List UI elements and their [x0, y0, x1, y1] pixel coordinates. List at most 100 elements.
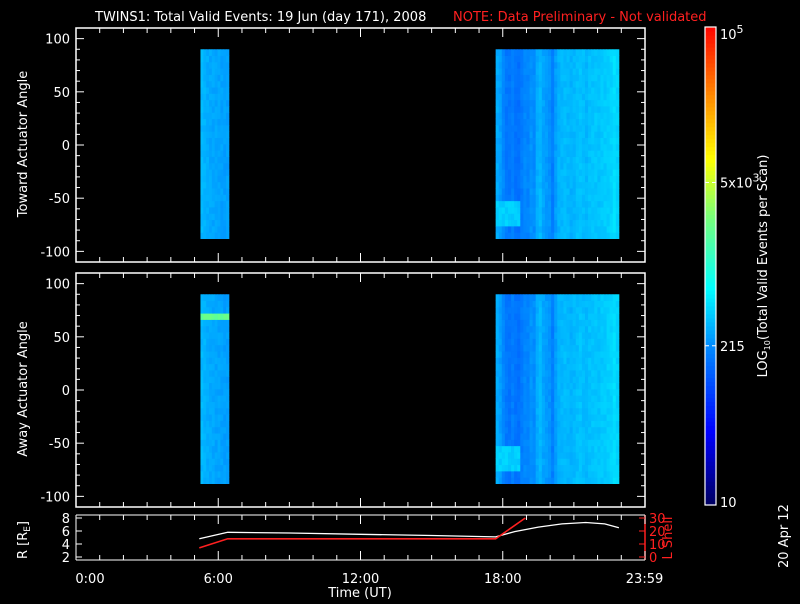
- heatmap-cell: [200, 131, 204, 139]
- heatmap-cell: [615, 363, 620, 371]
- heatmap-cell: [504, 388, 509, 396]
- heatmap-cell: [203, 470, 207, 478]
- heatmap-cell: [211, 332, 216, 339]
- colorbar-swatch: [705, 301, 716, 307]
- heatmap-cell: [541, 300, 546, 308]
- heatmap-cell: [575, 188, 580, 195]
- heatmap-cell: [615, 351, 620, 358]
- heatmap-cell: [214, 294, 218, 301]
- heatmap-cell: [541, 401, 546, 409]
- heatmap-cell: [517, 313, 521, 320]
- heatmap-cell: [217, 61, 221, 69]
- heatmap-cell: [526, 470, 530, 478]
- heatmap-cell: [615, 207, 620, 214]
- heatmap-cell: [548, 118, 552, 126]
- heatmap-cell: [206, 74, 210, 82]
- heatmap-cell: [591, 338, 595, 346]
- heatmap-cell: [514, 470, 518, 478]
- heatmap-cell: [566, 338, 571, 346]
- heatmap-cell: [520, 181, 524, 189]
- heatmap-cell: [581, 370, 586, 377]
- heatmap-cell: [548, 420, 552, 428]
- heatmap-cell: [214, 401, 218, 409]
- heatmap-cell: [585, 156, 589, 164]
- heatmap-cell: [498, 181, 503, 189]
- heatmap-cell: [544, 445, 549, 453]
- heatmap-cell: [563, 363, 567, 371]
- heatmap-cell: [538, 313, 543, 320]
- heatmap-cell: [581, 395, 586, 402]
- heatmap-cell: [211, 87, 216, 94]
- heatmap-cell: [220, 407, 224, 415]
- heatmap-cell: [520, 143, 524, 151]
- heatmap-cell: [495, 464, 500, 472]
- heatmap-cell: [523, 395, 527, 402]
- heatmap-cell: [498, 363, 503, 371]
- heatmap-cell: [578, 68, 583, 75]
- heatmap-cell: [538, 156, 543, 164]
- heatmap-cell: [514, 319, 518, 327]
- heatmap-cell: [495, 61, 500, 69]
- heatmap-cell: [214, 194, 218, 202]
- heatmap-cell: [588, 125, 592, 132]
- heatmap-cell: [211, 344, 216, 352]
- heatmap-cell: [588, 414, 592, 421]
- colorbar-swatch: [705, 30, 716, 36]
- heatmap-cell: [504, 445, 509, 453]
- x-tick-label: 18:00: [484, 572, 521, 587]
- heatmap-cell: [535, 458, 540, 466]
- heatmap-cell: [609, 332, 614, 339]
- heatmap-cell: [523, 106, 527, 113]
- colorbar-swatch: [705, 146, 716, 152]
- heatmap-cell: [511, 458, 515, 466]
- heatmap-cell: [498, 464, 503, 472]
- heatmap-cell: [609, 74, 614, 82]
- heatmap-cell: [526, 382, 530, 390]
- heatmap-cell: [507, 169, 512, 176]
- heatmap-cell: [551, 156, 555, 164]
- heatmap-cell: [585, 118, 589, 126]
- heatmap-cell: [560, 458, 564, 466]
- heatmap-cell: [223, 219, 227, 227]
- colorbar-swatch: [705, 90, 716, 96]
- heatmap-cell: [214, 464, 218, 472]
- heatmap-cell: [504, 426, 509, 434]
- heatmap-cell: [551, 351, 555, 358]
- heatmap-cell: [551, 87, 555, 94]
- heatmap-cell: [223, 382, 227, 390]
- heatmap-cell: [532, 306, 537, 314]
- heatmap-cell: [504, 357, 509, 365]
- heatmap-cell: [211, 313, 216, 320]
- heatmap-cell: [514, 458, 518, 466]
- heatmap-cell: [203, 93, 207, 101]
- heatmap-cell: [507, 118, 512, 126]
- colorbar-swatch: [705, 46, 716, 52]
- heatmap-cell: [209, 325, 213, 333]
- heatmap-cell: [600, 464, 604, 472]
- heatmap-cell: [209, 143, 213, 151]
- heatmap-cell: [600, 319, 604, 327]
- heatmap-cell: [211, 445, 216, 453]
- heatmap-cell: [523, 93, 527, 101]
- heatmap-cell: [529, 150, 534, 157]
- heatmap-cell: [209, 93, 213, 101]
- heatmap-cell: [566, 99, 571, 107]
- heatmap-cell: [603, 426, 607, 434]
- heatmap-cell: [612, 68, 617, 75]
- heatmap-cell: [566, 55, 571, 63]
- heatmap-cell: [541, 219, 546, 227]
- heatmap-cell: [209, 156, 213, 164]
- heatmap-cell: [520, 464, 524, 472]
- heatmap-cell: [585, 93, 589, 101]
- heatmap-cell: [214, 407, 218, 415]
- heatmap-cell: [548, 55, 552, 63]
- heatmap-cell: [566, 376, 571, 384]
- heatmap-cell: [529, 49, 534, 56]
- heatmap-cell: [523, 162, 527, 170]
- heatmap-cell: [588, 395, 592, 402]
- heatmap-cell: [612, 194, 617, 202]
- heatmap-cell: [563, 112, 567, 120]
- heatmap-cell: [544, 407, 549, 415]
- heatmap-cell: [501, 395, 506, 402]
- colorbar-swatch: [705, 38, 716, 44]
